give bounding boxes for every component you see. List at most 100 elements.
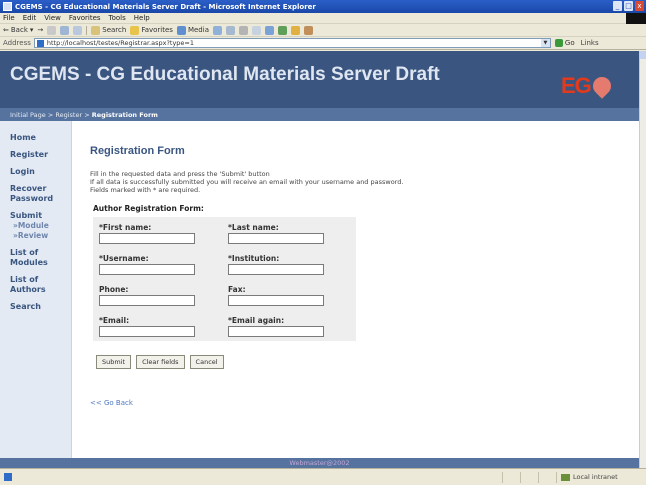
sidebar-item-list-of-authors[interactable]: List of Authors <box>10 275 71 295</box>
forward-button[interactable]: → <box>37 26 43 34</box>
history-icon <box>212 25 222 35</box>
intro-line: If all data is successfully submitted yo… <box>90 178 404 186</box>
email-input[interactable] <box>99 326 195 337</box>
sidebar-item-label-line2: Password <box>10 194 54 203</box>
messenger-button[interactable] <box>277 25 287 35</box>
media-button[interactable]: Media <box>176 25 209 35</box>
sidebar-item-label: Login <box>10 167 35 176</box>
search-icon <box>91 25 101 35</box>
first-name-field: *First name: <box>99 223 195 244</box>
go-label: Go <box>564 39 575 47</box>
minimize-button[interactable]: _ <box>613 1 622 11</box>
email-again-input[interactable] <box>228 326 324 337</box>
sidebar-item-submit[interactable]: Submit <box>10 211 71 221</box>
mail-button[interactable] <box>225 25 235 35</box>
email-field: *Email: <box>99 316 195 337</box>
menu-file[interactable]: File <box>3 14 15 22</box>
page-title: Registration Form <box>90 145 185 157</box>
breadcrumb-separator: > <box>82 110 92 119</box>
sidebar-item-home[interactable]: Home <box>10 133 71 143</box>
form-buttons: Submit Clear fields Cancel <box>96 355 224 369</box>
ie-icon <box>3 2 12 11</box>
media-label: Media <box>187 26 209 34</box>
username-field: *Username: <box>99 254 195 275</box>
breadcrumb: Initial Page > Register > Registration F… <box>0 108 639 121</box>
refresh-button[interactable] <box>60 25 70 35</box>
menu-edit[interactable]: Edit <box>23 14 37 22</box>
menu-tools[interactable]: Tools <box>109 14 126 22</box>
institution-label: *Institution: <box>228 254 280 263</box>
research-button[interactable] <box>290 25 300 35</box>
sidebar-item-label-line1: List of <box>10 275 39 284</box>
sidebar-item-label: Home <box>10 133 36 142</box>
go-arrow-icon <box>554 39 563 47</box>
first-name-label: *First name: <box>99 223 152 232</box>
window-title-bar: CGEMS - CG Educational Materials Server … <box>0 0 646 13</box>
phone-input[interactable] <box>99 295 195 306</box>
form-title: Author Registration Form: <box>93 204 204 213</box>
last-name-input[interactable] <box>228 233 324 244</box>
extra-button[interactable] <box>303 25 313 35</box>
favorites-icon <box>130 25 140 35</box>
menu-help[interactable]: Help <box>134 14 150 22</box>
username-input[interactable] <box>99 264 195 275</box>
breadcrumb-register[interactable]: Register <box>55 111 82 119</box>
back-button[interactable]: ⇐ Back ▾ <box>3 26 33 34</box>
status-cell <box>502 471 520 483</box>
home-icon <box>73 25 83 35</box>
institution-input[interactable] <box>228 264 324 275</box>
search-label: Search <box>102 26 127 34</box>
search-button[interactable]: Search <box>91 25 127 35</box>
stop-button[interactable] <box>47 25 57 35</box>
sidebar-item-label-line2: Authors <box>10 285 46 294</box>
links-button[interactable]: Links <box>581 39 599 47</box>
sidebar-item-review[interactable]: »Review <box>10 231 71 241</box>
first-name-input[interactable] <box>99 233 195 244</box>
logo-text: EG <box>561 73 592 98</box>
edit-button[interactable] <box>251 25 261 35</box>
home-button[interactable] <box>73 25 83 35</box>
print-button[interactable] <box>238 25 248 35</box>
history-button[interactable] <box>212 25 222 35</box>
zone-label: Local intranet <box>573 473 618 481</box>
favorites-button[interactable]: Favorites <box>130 25 173 35</box>
username-label: *Username: <box>99 254 149 263</box>
menu-view[interactable]: View <box>44 14 61 22</box>
toolbar-separator <box>86 25 88 35</box>
fax-input[interactable] <box>228 295 324 306</box>
scroll-up-arrow-icon[interactable] <box>640 51 646 59</box>
breadcrumb-initial-page[interactable]: Initial Page <box>10 111 46 119</box>
footer-text: Webmaster@2002 <box>289 459 350 467</box>
site-title: CGEMS - CG Educational Materials Server … <box>10 64 440 85</box>
address-input[interactable]: http://localhost/testes/Registrar.aspx?t… <box>33 38 551 48</box>
maximize-button[interactable]: □ <box>624 1 633 11</box>
email-label: *Email: <box>99 316 130 325</box>
vertical-scrollbar[interactable] <box>639 51 646 468</box>
clear-fields-button[interactable]: Clear fields <box>136 355 185 369</box>
sidebar-item-list-of-modules[interactable]: List of Modules <box>10 248 71 268</box>
menu-favorites[interactable]: Favorites <box>69 14 101 22</box>
windows-logo-icon <box>626 13 646 24</box>
phone-label: Phone: <box>99 285 129 294</box>
sidebar-item-label: Submit <box>10 211 43 220</box>
address-dropdown-icon[interactable]: ▼ <box>540 39 550 47</box>
sidebar-item-recover-password[interactable]: Recover Password <box>10 184 71 204</box>
refresh-icon <box>60 25 70 35</box>
submit-button[interactable]: Submit <box>96 355 132 369</box>
sidebar-item-search[interactable]: Search <box>10 302 71 312</box>
page-icon <box>36 39 44 47</box>
status-cell <box>520 471 538 483</box>
last-name-field: *Last name: <box>228 223 324 244</box>
cancel-button[interactable]: Cancel <box>189 355 224 369</box>
close-button[interactable]: x <box>635 1 644 11</box>
sidebar-item-login[interactable]: Login <box>10 167 71 177</box>
extra-icon <box>303 25 313 35</box>
go-button[interactable]: Go <box>554 39 575 47</box>
sidebar-item-register[interactable]: Register <box>10 150 71 160</box>
discuss-button[interactable] <box>264 25 274 35</box>
status-bar: Local intranet <box>0 468 646 485</box>
print-icon <box>238 25 248 35</box>
go-back-link[interactable]: << Go Back <box>90 399 133 407</box>
sidebar-item-module[interactable]: »Module <box>10 221 71 231</box>
address-bar: Address http://localhost/testes/Registra… <box>0 37 646 50</box>
